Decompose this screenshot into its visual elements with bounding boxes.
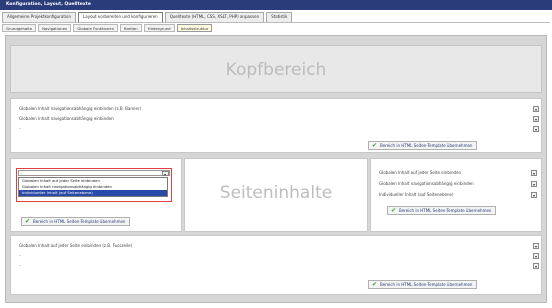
subtab-globale-funktionen[interactable]: Globale Funktionen	[73, 24, 118, 32]
apply-button[interactable]: ✔ Bereich in HTML Seiten-Template überne…	[387, 206, 497, 215]
chevron-down-icon[interactable]	[162, 171, 169, 176]
apply-label: Bereich in HTML Seiten-Template übernehm…	[399, 208, 492, 213]
subtab-inhaltsstruktur[interactable]: Inhaltsstruktur	[176, 24, 213, 32]
dropdown-value: -	[21, 171, 23, 176]
check-icon: ✔	[391, 207, 397, 214]
subtab-hintergrund[interactable]: Hintergrund	[143, 24, 175, 32]
top-row-2: Globalen Inhalt navigationsabhängig einb…	[19, 116, 114, 121]
right-row-1: Globalen Inhalt auf jeder Seite einbinde…	[379, 170, 462, 175]
chevron-down-icon[interactable]	[533, 116, 539, 122]
apply-label: Bereich in HTML Seiten-Template übernehm…	[380, 282, 473, 287]
check-icon: ✔	[372, 281, 378, 288]
chevron-down-icon[interactable]	[533, 253, 539, 259]
check-icon: ✔	[25, 218, 31, 225]
right-row-2: Globalen Inhalt navigationsabhängig einb…	[379, 181, 474, 186]
apply-label: Bereich in HTML Seiten-Template übernehm…	[380, 143, 473, 148]
dropdown-list: Globalen Inhalt auf jeder Seite einbinde…	[18, 177, 168, 197]
right-row-3: Individueller Inhalt (auf Seitenebene)	[379, 192, 454, 197]
header-area: Kopfbereich	[10, 45, 542, 93]
bottom-row-1: Globalen Inhalt auf jeder Seite einbinde…	[19, 243, 133, 248]
center-content-block: Seiteninhalte	[184, 158, 368, 232]
apply-button[interactable]: ✔ Bereich in HTML Seiten-Template überne…	[368, 141, 478, 150]
main-tabs: Allgemeine Projektkonfiguration Layout v…	[2, 12, 550, 22]
check-icon: ✔	[372, 142, 378, 149]
sub-tabs: Grundgehalte Navigationen Globale Funkti…	[2, 22, 550, 32]
apply-button[interactable]: ✔ Bereich in HTML Seiten-Template überne…	[368, 280, 478, 289]
content-type-select[interactable]: -	[18, 170, 170, 176]
chevron-down-icon[interactable]	[533, 126, 539, 132]
chevron-down-icon[interactable]	[531, 181, 537, 187]
chevron-down-icon[interactable]	[533, 263, 539, 269]
apply-label: Bereich in HTML Seiten-Template übernehm…	[33, 219, 126, 224]
window-title: Konfiguration, Layout, Quelltexte	[0, 0, 552, 10]
header-title: Kopfbereich	[225, 60, 327, 80]
apply-button[interactable]: ✔ Bereich in HTML Seiten-Template überne…	[21, 217, 131, 226]
chevron-down-icon[interactable]	[533, 106, 539, 112]
bottom-content-block: Globalen Inhalt auf jeder Seite einbinde…	[10, 235, 542, 295]
dropdown-option-selected[interactable]: Individueller Inhalt (auf Seitenebene)	[19, 190, 167, 196]
subtab-breiten[interactable]: Breiten	[120, 24, 142, 32]
tab-projektkonfiguration[interactable]: Allgemeine Projektkonfiguration	[2, 12, 77, 22]
subtab-navigationen[interactable]: Navigationen	[38, 24, 72, 32]
center-title: Seiteninhalte	[219, 183, 333, 203]
right-content-block: Globalen Inhalt auf jeder Seite einbinde…	[370, 158, 542, 232]
tab-statistik[interactable]: Statistik	[266, 12, 293, 22]
bottom-row-3: -	[19, 263, 21, 268]
bottom-row-2: -	[19, 253, 21, 258]
tab-layout[interactable]: Layout vorbereiten und konfigurieren	[78, 12, 163, 22]
top-row-1: Globalen Inhalt navigationsabhängig einb…	[19, 106, 142, 111]
chevron-down-icon[interactable]	[533, 243, 539, 249]
subtab-grundgehalte[interactable]: Grundgehalte	[2, 24, 37, 32]
tab-quelltexte[interactable]: Quelltexte (HTML, CSS, XSLT, PHP) anpass…	[164, 12, 265, 22]
chevron-down-icon[interactable]	[531, 170, 537, 176]
top-content-block: Globalen Inhalt navigationsabhängig einb…	[10, 98, 542, 153]
top-row-3: -	[19, 126, 21, 131]
chevron-down-icon[interactable]	[531, 192, 537, 198]
